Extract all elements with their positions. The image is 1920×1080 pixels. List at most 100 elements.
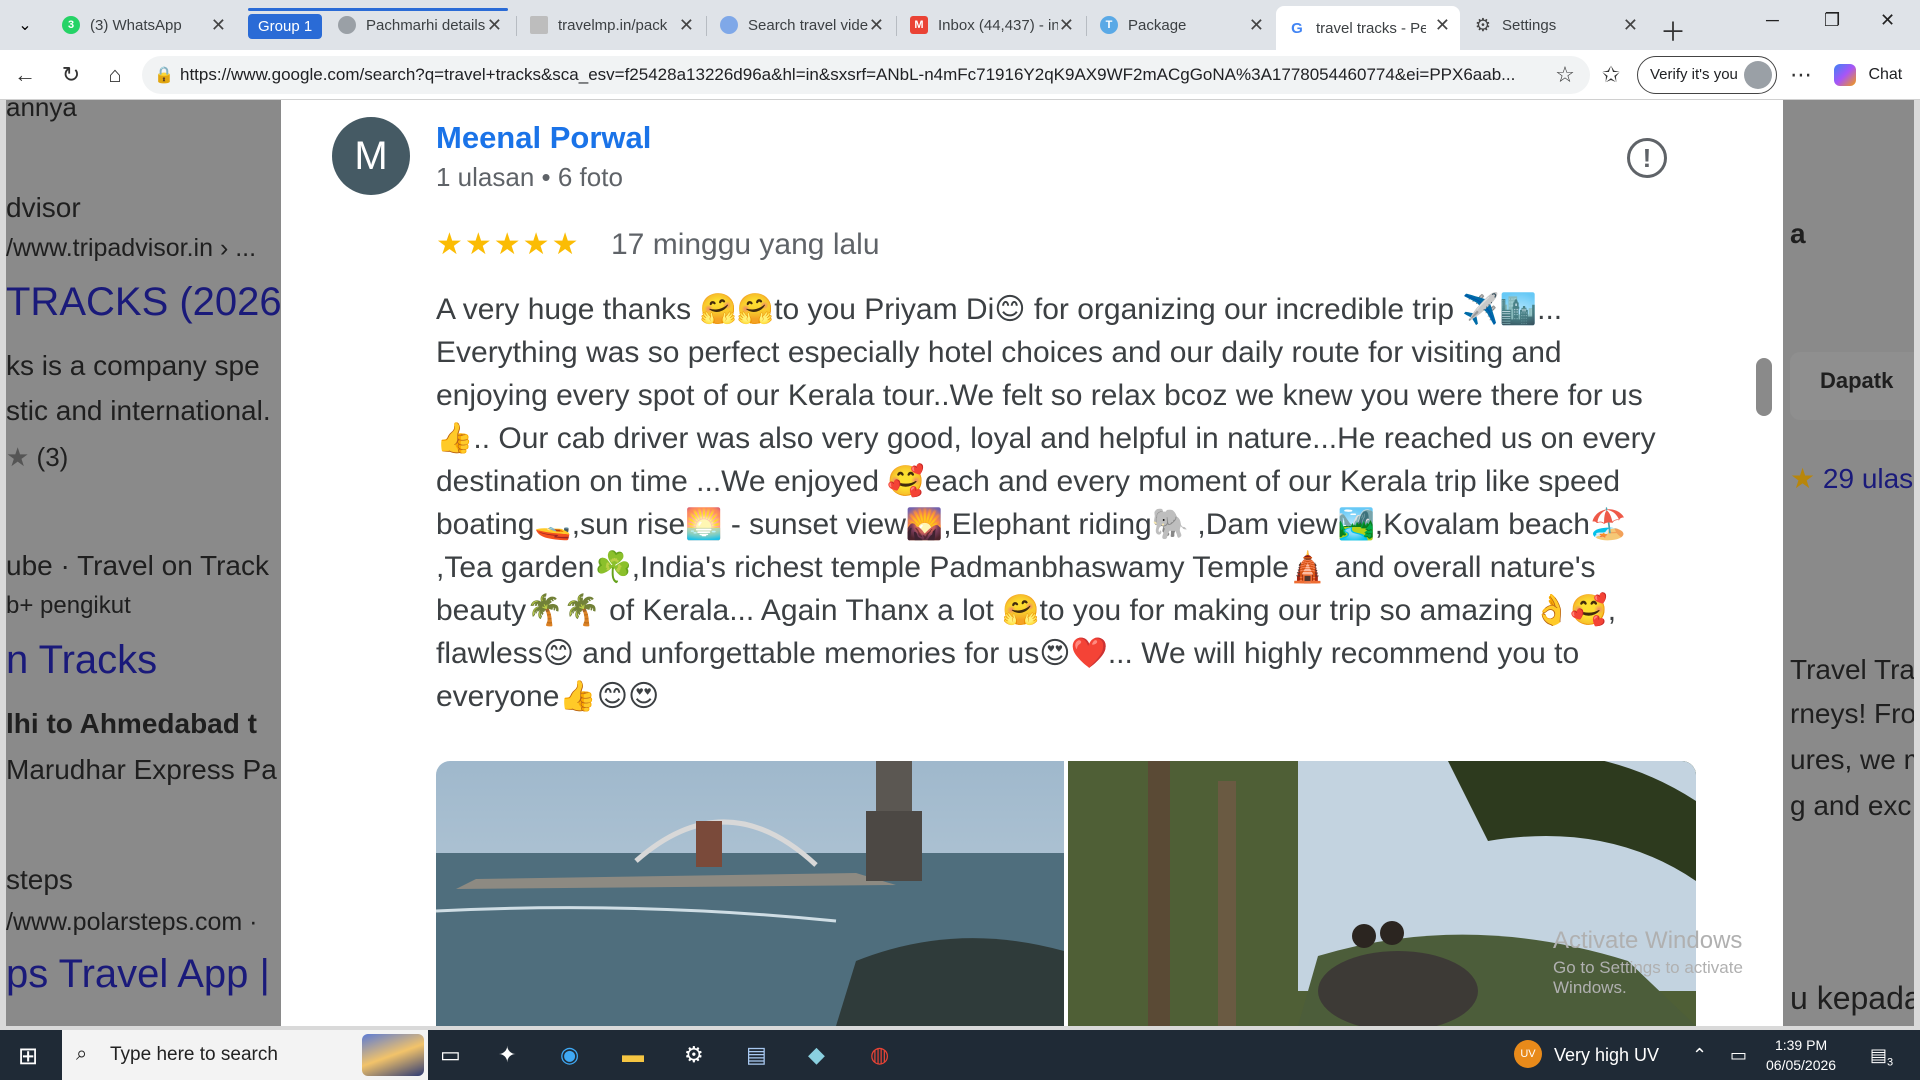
favorite-star-icon[interactable]: ☆ — [1552, 62, 1578, 88]
battery-icon[interactable]: ▭ — [1730, 1045, 1747, 1066]
new-tab-button[interactable]: ＋ — [1660, 12, 1686, 49]
weather-status[interactable]: Very high UV — [1554, 1045, 1659, 1066]
bg-text: dvisor — [6, 192, 81, 223]
file-explorer-icon[interactable]: ▬ — [622, 1042, 644, 1068]
uv-weather-icon[interactable]: UV — [1514, 1040, 1542, 1068]
review-photo-sea-memorial[interactable] — [436, 761, 1064, 1026]
edge-icon[interactable]: ◉ — [560, 1042, 579, 1068]
bg-link: TRACKS (2026 — [6, 280, 282, 324]
tab-label: Inbox (44,437) - in — [938, 16, 1058, 34]
tab-label: Settings — [1502, 16, 1557, 34]
google-icon: G — [1288, 19, 1306, 37]
bg-text: /www.tripadvisor.in › ... — [6, 234, 257, 262]
bg-link: ps Travel App | — [6, 952, 270, 996]
tab-package[interactable]: T Package ✕ — [1088, 6, 1274, 44]
star-icon: ★ — [6, 442, 37, 472]
bg-text: stic and international. — [6, 395, 271, 426]
close-icon[interactable]: ✕ — [679, 15, 694, 36]
tab-settings[interactable]: ⚙ Settings ✕ — [1462, 6, 1648, 44]
back-icon[interactable]: ← — [12, 62, 38, 88]
close-icon[interactable]: ✕ — [1059, 15, 1074, 36]
copilot-chat-button[interactable]: Chat — [1834, 64, 1902, 86]
notes-app-icon[interactable]: ◆ — [808, 1042, 825, 1068]
scrollbar-thumb[interactable] — [1756, 358, 1772, 416]
activate-windows-watermark: Activate Windows — [1553, 927, 1743, 954]
gear-icon: ⚙ — [1474, 14, 1492, 35]
copilot-taskbar-icon[interactable]: ✦ — [498, 1042, 516, 1068]
chrome-icon[interactable]: ◍ — [870, 1042, 889, 1068]
tab-whatsapp[interactable]: 3 (3) WhatsApp ✕ — [50, 6, 236, 44]
reviewer-meta: 1 ulasan • 6 foto — [436, 162, 623, 192]
taskbar-search-placeholder: Type here to search — [110, 1044, 278, 1065]
taskbar-search[interactable]: ⌕ Type here to search — [62, 1030, 428, 1080]
more-menu-icon[interactable]: ⋯ — [1788, 62, 1814, 88]
settings-gear-icon[interactable]: ⚙ — [684, 1042, 704, 1068]
tab-travelmp[interactable]: travelmp.in/pack ✕ — [518, 6, 704, 44]
reload-icon[interactable]: ↻ — [58, 62, 84, 88]
restore-icon[interactable]: ❐ — [1824, 10, 1840, 31]
bg-text: ks is a company spe — [6, 350, 260, 381]
system-clock[interactable]: 1:39 PM 06/05/2026 — [1766, 1035, 1836, 1075]
background-results-right: a Dapatk ★ 29 ulas Travel Trac rneys! Fr… — [1782, 100, 1914, 1026]
bg-link: n Tracks — [6, 638, 158, 682]
minimize-icon[interactable]: ─ — [1766, 10, 1779, 31]
bg-rating: ★ 29 ulas — [1790, 462, 1913, 495]
avatar — [1744, 61, 1772, 89]
search-icon — [720, 16, 738, 34]
tab-group-label[interactable]: Group 1 — [248, 14, 323, 39]
notification-icon[interactable]: ▤3 — [1870, 1045, 1893, 1069]
bg-text: Marudhar Express Pa — [6, 754, 277, 785]
clock-time: 1:39 PM — [1774, 1037, 1828, 1053]
tab-travel-tracks[interactable]: G travel tracks - Pen ✕ — [1276, 6, 1460, 50]
review-dialog: M Meenal Porwal 1 ulasan • 6 foto ! ★★★★… — [281, 100, 1783, 1026]
windows-start-icon[interactable]: ⊞ — [18, 1042, 38, 1071]
tab-label: Pachmarhi details — [366, 16, 486, 34]
bg-text: (3) — [36, 442, 69, 472]
favorites-icon[interactable]: ✩ — [1598, 62, 1624, 88]
close-icon[interactable]: ✕ — [487, 15, 502, 36]
bg-text: 29 ulas — [1822, 463, 1914, 494]
remote-desktop-icon[interactable]: ▤ — [746, 1042, 767, 1068]
close-window-icon[interactable]: ✕ — [1880, 10, 1895, 31]
close-icon[interactable]: ✕ — [1435, 15, 1450, 36]
chevron-up-icon[interactable]: ⌃ — [1692, 1045, 1707, 1066]
url-text[interactable]: https://www.google.com/search?q=travel+t… — [180, 65, 1570, 85]
bg-text: annya — [6, 100, 77, 122]
tab-search-travel[interactable]: Search travel vide ✕ — [708, 6, 894, 44]
close-icon[interactable]: ✕ — [869, 15, 884, 36]
reviewer-name-link[interactable]: Meenal Porwal — [436, 120, 651, 156]
tab-search-button[interactable]: ⌄ — [10, 10, 40, 40]
address-bar[interactable]: 🔒 https://www.google.com/search?q=travel… — [142, 56, 1590, 94]
t-icon: T — [1100, 16, 1118, 34]
home-icon[interactable]: ⌂ — [102, 62, 128, 88]
bg-text: steps — [6, 864, 73, 895]
tab-label: travel tracks - Pen — [1316, 19, 1426, 37]
reviewer-avatar[interactable]: M — [332, 117, 410, 195]
background-results-left: annya dvisor /www.tripadvisor.in › ... T… — [6, 100, 282, 1026]
close-icon[interactable]: ✕ — [1623, 15, 1638, 36]
whatsapp-icon: 3 — [62, 16, 80, 34]
search-highlight-image — [362, 1034, 424, 1076]
notification-count: 3 — [1887, 1056, 1894, 1069]
tab-gmail[interactable]: M Inbox (44,437) - in ✕ — [898, 6, 1084, 44]
review-text: A very huge thanks 🤗🤗to you Priyam Di😊 f… — [436, 293, 1656, 713]
search-icon: ⌕ — [76, 1043, 88, 1065]
close-icon[interactable]: ✕ — [211, 15, 226, 36]
tab-pachmarhi[interactable]: Pachmarhi details ✕ — [326, 6, 512, 44]
verify-profile-button[interactable]: Verify it's you — [1637, 56, 1777, 94]
chat-label: Chat — [1868, 66, 1903, 84]
clock-date: 06/05/2026 — [1766, 1057, 1837, 1073]
task-view-icon[interactable]: ▭ — [440, 1042, 461, 1068]
bg-rating: ★ (3) — [6, 442, 68, 473]
bg-text: lhi to Ahmedabad t — [6, 708, 257, 739]
verify-label: Verify it's you — [1650, 66, 1738, 83]
address-toolbar: ← ↻ ⌂ 🔒 https://www.google.com/search?q=… — [0, 50, 1920, 100]
report-icon[interactable]: ! — [1627, 138, 1667, 178]
tab-separator — [1086, 16, 1087, 36]
close-icon[interactable]: ✕ — [1249, 15, 1264, 36]
bg-text: rneys! Fro — [1790, 698, 1914, 729]
star-rating: ★★★★★ — [436, 228, 581, 261]
site-info-icon[interactable]: 🔒 — [154, 65, 174, 85]
tab-separator — [516, 16, 517, 36]
bg-text: g and exc — [1790, 790, 1912, 821]
